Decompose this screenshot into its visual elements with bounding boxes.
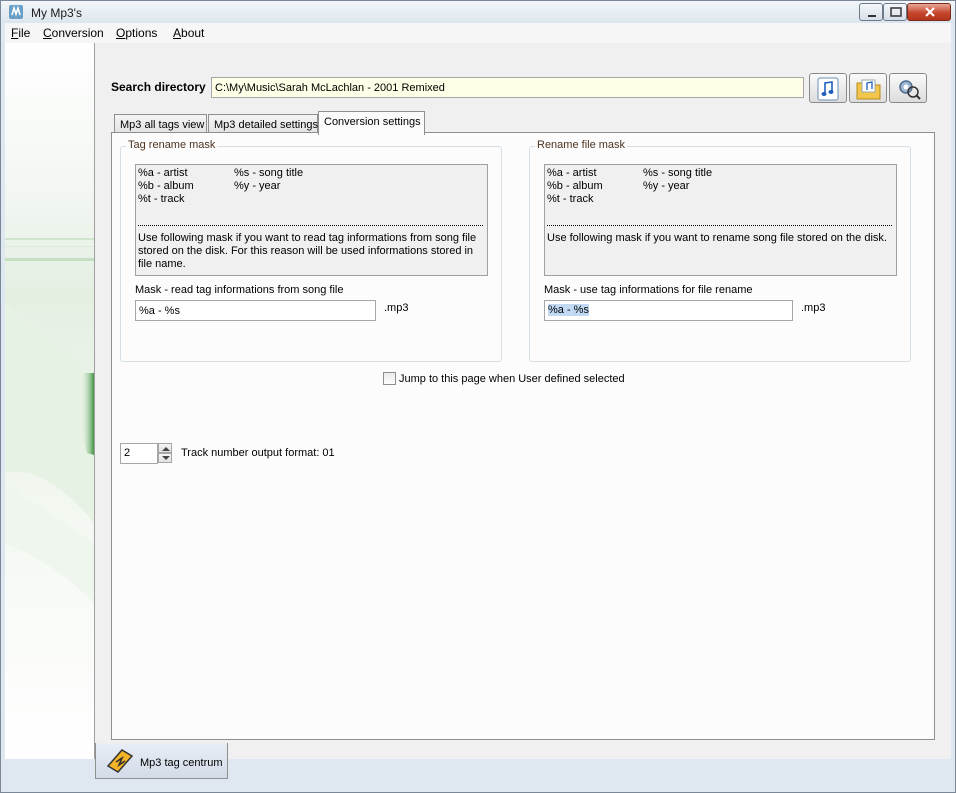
jump-to-page-checkbox[interactable] [383, 372, 396, 385]
legend-year: %y - year [643, 180, 690, 192]
maximize-icon [890, 7, 902, 17]
music-files-button[interactable] [809, 73, 847, 103]
music-folder-button[interactable] [849, 73, 887, 103]
legend-album: %b - album [547, 180, 603, 192]
minimize-icon [868, 15, 876, 17]
rename-file-mask-group: Rename file mask %a - artist %s - song t… [529, 139, 911, 362]
separator [138, 225, 483, 226]
legend-album: %b - album [138, 180, 194, 192]
tab-mp3-all-tags-view[interactable]: Mp3 all tags view [114, 114, 207, 134]
separator [547, 225, 892, 226]
bottom-tab-label: Mp3 tag centrum [140, 757, 223, 769]
legend-song-title: %s - song title [234, 167, 304, 179]
rename-file-legend-box: %a - artist %s - song title %b - album %… [544, 164, 897, 276]
spin-up-button[interactable] [158, 443, 172, 453]
tab-label: Mp3 all tags view [120, 119, 205, 131]
chevron-down-icon [162, 456, 170, 460]
settings-button[interactable] [889, 73, 927, 103]
folder-music-icon [856, 79, 881, 100]
tag-rename-ext: .mp3 [384, 302, 409, 314]
track-number-input[interactable]: 2 [120, 443, 158, 464]
conversion-settings-panel: Tag rename mask %a - artist %s - song ti… [111, 132, 935, 740]
tag-rename-mask-group: Tag rename mask %a - artist %s - song ti… [120, 139, 502, 362]
tag-rename-description: Use following mask if you want to read t… [138, 232, 477, 270]
tab-label: Conversion settings [324, 116, 421, 128]
legend-artist: %a - artist [138, 167, 188, 179]
search-directory-label: Search directory [111, 80, 206, 94]
app-icon [9, 5, 23, 19]
music-note-icon [817, 77, 839, 101]
legend-track: %t - track [138, 193, 185, 205]
lightning-tag-icon [106, 749, 134, 773]
app-window: My Mp3's File Conversion Options About S… [0, 0, 956, 793]
selected-text: %a - %s [548, 304, 589, 316]
group-title: Rename file mask [535, 139, 628, 151]
maximize-button[interactable] [883, 3, 907, 21]
green-swoosh-art [5, 238, 94, 603]
close-icon [925, 7, 935, 17]
tab-label: Mp3 detailed settings [214, 119, 318, 131]
client-area: File Conversion Options About Search dir… [5, 23, 951, 779]
legend-song-title: %s - song title [643, 167, 713, 179]
search-directory-input[interactable] [211, 77, 804, 98]
spin-down-button[interactable] [158, 453, 172, 463]
menu-bar: File Conversion Options About [5, 23, 951, 43]
legend-artist: %a - artist [547, 167, 597, 179]
rename-file-description: Use following mask if you want to rename… [547, 232, 887, 244]
rename-file-mask-input[interactable]: %a - %s [544, 300, 793, 321]
settings-search-icon [899, 80, 921, 100]
main-panel: Search directory C:\My\Music\Sarah McLac… [94, 43, 951, 779]
chevron-up-icon [162, 447, 170, 451]
rename-file-ext: .mp3 [801, 302, 826, 314]
tab-conversion-settings[interactable]: Conversion settings [318, 111, 425, 135]
minimize-button[interactable] [859, 3, 883, 21]
rename-file-mask-label: Mask - use tag informations for file ren… [544, 284, 753, 296]
track-number-format-label: Track number output format: 01 [181, 447, 335, 459]
legend-year: %y - year [234, 180, 281, 192]
jump-to-page-label[interactable]: Jump to this page when User defined sele… [399, 373, 625, 385]
tag-rename-mask-label: Mask - read tag informations from song f… [135, 284, 344, 296]
window-title: My Mp3's [31, 6, 82, 20]
close-button[interactable] [907, 3, 951, 21]
tag-rename-mask-input[interactable] [135, 300, 376, 321]
tag-rename-legend-box: %a - artist %s - song title %b - album %… [135, 164, 488, 276]
menu-options[interactable]: Options [116, 26, 157, 40]
menu-file[interactable]: File [11, 26, 30, 40]
menu-conversion[interactable]: Conversion [43, 26, 104, 40]
tab-mp3-detailed-settings[interactable]: Mp3 detailed settings [208, 114, 318, 134]
mp3-tag-centrum-tab[interactable]: Mp3 tag centrum [95, 743, 228, 779]
legend-track: %t - track [547, 193, 594, 205]
menu-about[interactable]: About [173, 26, 204, 40]
group-title: Tag rename mask [126, 139, 218, 151]
title-bar[interactable]: My Mp3's [1, 1, 955, 23]
track-number-spinner [158, 443, 172, 464]
side-decoration [5, 43, 94, 759]
